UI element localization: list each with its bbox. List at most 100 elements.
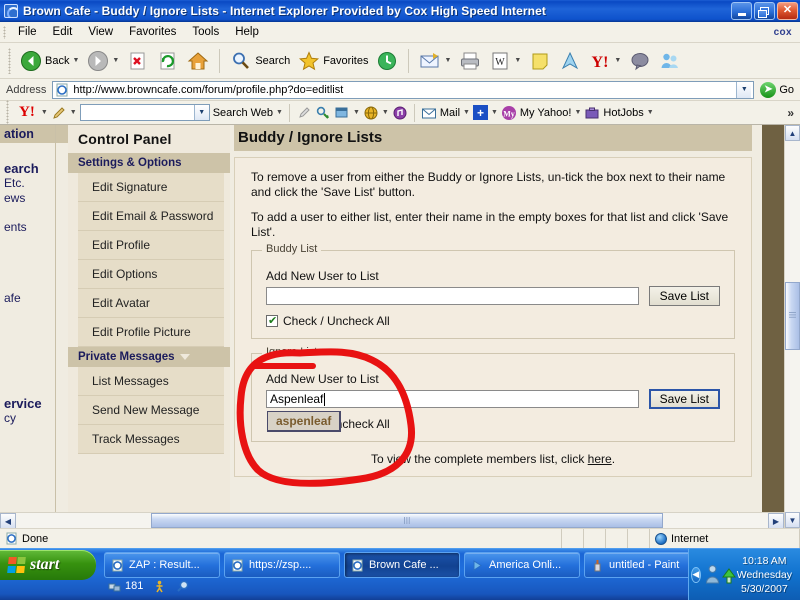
section-header-private-messages[interactable]: Private Messages	[68, 347, 230, 367]
menu-item-tools[interactable]: Tools	[184, 24, 227, 40]
ignore-save-list-button[interactable]: Save List	[648, 389, 720, 409]
yahoo-dropdown-icon[interactable]: ▼	[614, 57, 621, 64]
home-button[interactable]	[184, 46, 212, 76]
vertical-scroll-track[interactable]	[785, 141, 800, 512]
my-yahoo-dropdown-icon[interactable]: ▼	[574, 109, 581, 116]
tray-expand-icon[interactable]: ◀	[691, 566, 701, 583]
network-status[interactable]: 181	[108, 580, 143, 593]
clipped-nav-line-1[interactable]: Etc.	[0, 176, 68, 191]
yahoo-mail-dropdown-icon[interactable]: ▼	[463, 109, 470, 116]
buddy-add-user-input[interactable]	[266, 287, 639, 305]
members-list-link[interactable]: here	[588, 452, 612, 466]
horizontal-scroll-thumb[interactable]	[151, 513, 663, 528]
horizontal-scrollbar[interactable]: ◀ ▶	[0, 512, 784, 528]
menu-item-help[interactable]: Help	[227, 24, 267, 40]
sidebar-item-edit-options[interactable]: Edit Options	[78, 260, 224, 289]
address-input[interactable]: http://www.browncafe.com/forum/profile.p…	[52, 80, 755, 99]
notes-button[interactable]	[526, 46, 554, 76]
clipped-nav-line-8[interactable]: afe	[0, 291, 68, 306]
taskbar-item-zap[interactable]: ZAP : Result...	[104, 552, 220, 578]
scroll-down-button[interactable]: ▼	[785, 512, 800, 528]
edit-word-button[interactable]: W ▼	[486, 46, 524, 76]
hotjobs-dropdown-icon[interactable]: ▼	[647, 109, 654, 116]
sidebar-item-edit-signature[interactable]: Edit Signature	[78, 173, 224, 202]
messenger-button[interactable]	[556, 46, 584, 76]
ignore-add-user-input[interactable]: Aspenleaf aspenleaf	[266, 390, 639, 432]
start-button[interactable]: start	[0, 550, 96, 580]
horizontal-scroll-track[interactable]	[16, 513, 768, 528]
yahoo-button[interactable]: Y! ▼	[586, 46, 624, 76]
restore-button[interactable]	[754, 1, 775, 20]
forward-button[interactable]: ▼	[84, 46, 122, 76]
address-dropdown-icon[interactable]: ▼	[736, 81, 752, 98]
magnifier-icon[interactable]	[176, 579, 190, 593]
yahoo-toolbar-grip[interactable]	[6, 99, 9, 126]
globe-dropdown-icon[interactable]: ▼	[382, 109, 389, 116]
scroll-right-button[interactable]: ▶	[768, 513, 784, 528]
pencil-icon[interactable]	[51, 105, 67, 121]
clipped-nav-line-11[interactable]: ervice	[0, 396, 68, 411]
taskbar-item-america-online[interactable]: America Onli...	[464, 552, 580, 578]
tray-user-icon[interactable]	[704, 564, 721, 586]
sidebar-item-edit-avatar[interactable]: Edit Avatar	[78, 289, 224, 318]
stop-button[interactable]	[124, 46, 152, 76]
highlighter-icon[interactable]	[296, 105, 312, 121]
music-icon[interactable]	[392, 105, 408, 121]
print-button[interactable]	[456, 46, 484, 76]
history-button[interactable]	[373, 46, 401, 76]
scroll-left-button[interactable]: ◀	[0, 513, 16, 528]
vertical-scrollbar[interactable]: ▲ ▼	[784, 125, 800, 528]
autocomplete-suggestion[interactable]: aspenleaf	[267, 411, 342, 432]
sidebar-item-edit-email-password[interactable]: Edit Email & Password	[78, 202, 224, 231]
taskbar-clock[interactable]: 10:18 AM Wednesday 5/30/2007	[737, 554, 800, 596]
search-web-dropdown-icon[interactable]: ▼	[276, 109, 283, 116]
sidebar-item-edit-profile-picture[interactable]: Edit Profile Picture	[78, 318, 224, 347]
hotjobs-label[interactable]: HotJobs	[603, 107, 643, 119]
go-button[interactable]: ➤ Go	[758, 81, 800, 98]
sidebar-item-edit-profile[interactable]: Edit Profile	[78, 231, 224, 260]
person-walking-icon[interactable]	[153, 580, 166, 593]
edit-dropdown-icon[interactable]: ▼	[514, 57, 521, 64]
popup-blocker-icon[interactable]	[334, 105, 350, 121]
search-web-label[interactable]: Search Web	[213, 107, 273, 119]
sidebar-item-track-messages[interactable]: Track Messages	[78, 425, 224, 454]
toolbar-overflow-icon[interactable]: »	[787, 106, 794, 120]
minimize-button[interactable]	[731, 1, 752, 20]
toolbar-grip[interactable]	[8, 47, 11, 74]
my-yahoo-label[interactable]: My Yahoo!	[520, 107, 572, 119]
add-plus-icon[interactable]: +	[472, 105, 488, 120]
buddy-check-all-checkbox[interactable]	[266, 314, 278, 327]
sidebar-item-send-new-message[interactable]: Send New Message	[78, 396, 224, 425]
close-button[interactable]: ✕	[777, 1, 798, 20]
vertical-scroll-thumb[interactable]	[785, 281, 800, 350]
refresh-button[interactable]	[154, 46, 182, 76]
section-header-settings-options[interactable]: Settings & Options	[68, 153, 230, 173]
yahoo-search-dropdown-icon[interactable]: ▼	[193, 105, 209, 120]
forward-dropdown-icon[interactable]: ▼	[112, 57, 119, 64]
tray-network-icon[interactable]	[721, 565, 737, 585]
menu-item-favorites[interactable]: Favorites	[121, 24, 184, 40]
clipped-nav-line-12[interactable]: cy	[0, 411, 68, 426]
taskbar-item-paint[interactable]: untitled - Paint	[584, 552, 700, 578]
yahoo-mail-label[interactable]: Mail	[440, 107, 460, 119]
clipped-nav-line-0[interactable]: earch	[0, 161, 68, 176]
people-button[interactable]	[656, 46, 684, 76]
taskbar-item-brown-cafe[interactable]: Brown Cafe ...	[344, 552, 460, 578]
clipped-nav-line-2[interactable]: ews	[0, 191, 68, 206]
anti-spy-icon[interactable]	[315, 105, 331, 121]
back-dropdown-icon[interactable]: ▼	[72, 57, 79, 64]
buddy-save-list-button[interactable]: Save List	[648, 286, 720, 306]
search-button[interactable]: Search	[227, 46, 293, 76]
pencil-dropdown-icon[interactable]: ▼	[70, 109, 77, 116]
discuss-button[interactable]	[626, 46, 654, 76]
menu-item-view[interactable]: View	[80, 24, 121, 40]
yahoo-logo-dropdown-icon[interactable]: ▼	[41, 109, 48, 116]
back-button[interactable]: Back ▼	[17, 46, 82, 76]
yahoo-logo-icon[interactable]: Y!	[16, 104, 38, 121]
clipped-nav-line-4[interactable]: ents	[0, 220, 68, 235]
scroll-up-button[interactable]: ▲	[785, 125, 800, 141]
globe-icon[interactable]	[363, 105, 379, 121]
add-dropdown-icon[interactable]: ▼	[491, 109, 498, 116]
yahoo-search-input[interactable]: ▼	[79, 104, 210, 121]
sidebar-item-list-messages[interactable]: List Messages	[78, 367, 224, 396]
